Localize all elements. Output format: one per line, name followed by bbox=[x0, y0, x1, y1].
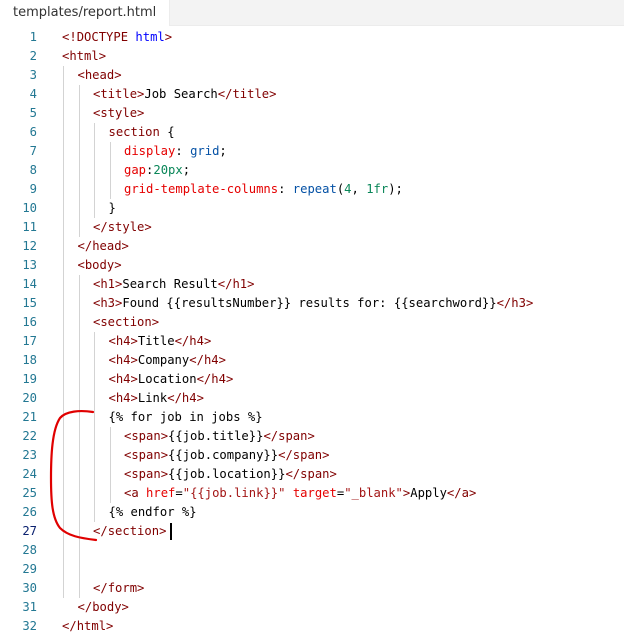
annotation-stroke bbox=[49, 410, 98, 542]
red-bracket-annotation bbox=[49, 410, 98, 542]
